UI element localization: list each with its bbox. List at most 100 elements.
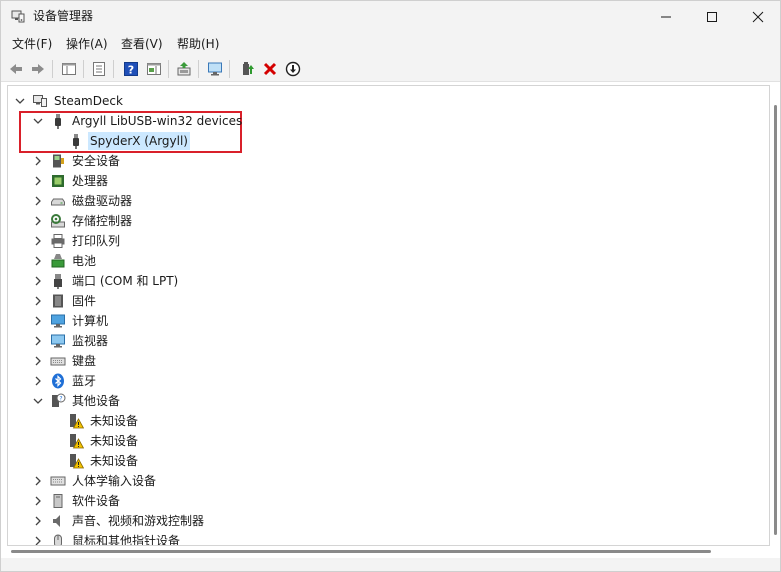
tree-node-hid[interactable]: 人体学输入设备 (32, 471, 158, 491)
computer-icon (32, 93, 48, 109)
back-button[interactable] (6, 59, 26, 79)
tree-node-software-device[interactable]: 软件设备 (32, 491, 122, 511)
back-arrow-icon (10, 64, 22, 74)
device-manager-window: 设备管理器 文件(F) 操作(A) 查看(V) 帮助(H) ? SteamDec… (0, 0, 781, 572)
chevron-right-icon[interactable] (32, 535, 44, 545)
chevron-right-icon[interactable] (32, 375, 44, 387)
forward-button[interactable] (28, 59, 48, 79)
device-tree[interactable]: SteamDeck Argyll LibUSB-win32 devices Sp… (7, 85, 770, 546)
chevron-right-icon[interactable] (32, 495, 44, 507)
chevron-right-icon[interactable] (32, 215, 44, 227)
chevron-right-icon[interactable] (32, 315, 44, 327)
chevron-right-icon[interactable] (32, 295, 44, 307)
help-button[interactable]: ? (121, 59, 141, 79)
toolbar-separator (52, 60, 53, 78)
bluetooth-icon (50, 373, 66, 389)
menu-view[interactable]: 查看(V) (118, 36, 166, 53)
chevron-down-icon[interactable] (32, 395, 44, 407)
other-devices-icon: ? (50, 393, 66, 409)
update-driver-button[interactable] (174, 59, 194, 79)
usb-plug-icon (68, 133, 84, 149)
chevron-down-icon[interactable] (32, 115, 44, 127)
software-device-icon (50, 493, 66, 509)
chevron-right-icon[interactable] (32, 475, 44, 487)
chevron-right-icon[interactable] (32, 355, 44, 367)
tree-leaf-spyderx[interactable]: SpyderX (Argyll) (50, 131, 190, 151)
tree-node-other-devices[interactable]: ? 其他设备 (32, 391, 122, 411)
show-hide-console-tree-icon (62, 63, 76, 75)
tree-node-label: 安全设备 (72, 154, 121, 168)
chevron-right-icon[interactable] (32, 275, 44, 287)
tree-node-print-queue[interactable]: 打印队列 (32, 231, 122, 251)
close-button[interactable] (735, 1, 780, 32)
chevron-right-icon[interactable] (32, 255, 44, 267)
chevron-right-icon[interactable] (32, 195, 44, 207)
toolbar: ? (1, 56, 780, 82)
disable-device-button[interactable] (283, 59, 303, 79)
tree-node-keyboard[interactable]: 键盘 (32, 351, 98, 371)
tree-node-label: 人体学输入设备 (72, 474, 157, 488)
chevron-right-icon[interactable] (32, 335, 44, 347)
computer-icon (50, 313, 66, 329)
tree-node-argyll[interactable]: Argyll LibUSB-win32 devices (32, 111, 244, 131)
chevron-down-icon[interactable] (14, 95, 26, 107)
printer-icon (50, 233, 66, 249)
tree-leaf-unknown-device[interactable]: 未知设备 (50, 431, 140, 451)
tree-leaf-label: 未知设备 (90, 434, 139, 448)
tree-leaf-label: 未知设备 (90, 454, 139, 468)
horizontal-scrollbar[interactable] (7, 546, 770, 558)
tree-node-label: 软件设备 (72, 494, 121, 508)
menu-action[interactable]: 操作(A) (63, 36, 111, 53)
tree-node-label: 磁盘驱动器 (72, 194, 133, 208)
tree-node-computer[interactable]: 计算机 (32, 311, 110, 331)
tree-node-storage-controller[interactable]: 存储控制器 (32, 211, 134, 231)
usb-plug-icon (50, 113, 66, 129)
tree-leaf-unknown-device[interactable]: 未知设备 (50, 411, 140, 431)
properties-icon (93, 62, 105, 76)
unknown-device-warning-icon (68, 433, 84, 449)
menu-file[interactable]: 文件(F) (9, 36, 55, 53)
horizontal-scrollbar-thumb[interactable] (11, 550, 711, 553)
tree-leaf-unknown-device[interactable]: 未知设备 (50, 451, 140, 471)
tree-node-disk-drive[interactable]: 磁盘驱动器 (32, 191, 134, 211)
status-bar (1, 558, 780, 571)
maximize-button[interactable] (689, 1, 735, 32)
vertical-scrollbar[interactable] (770, 85, 780, 546)
tree-node-processor[interactable]: 处理器 (32, 171, 110, 191)
scan-hardware-changes-button[interactable] (205, 59, 225, 79)
toolbar-separator (229, 60, 230, 78)
tree-node-label: 固件 (72, 294, 97, 308)
chevron-right-icon[interactable] (32, 155, 44, 167)
properties-button[interactable] (89, 59, 109, 79)
tree-node-sound[interactable]: 声音、视频和游戏控制器 (32, 511, 206, 531)
tree-node-label: 端口 (COM 和 LPT) (72, 274, 179, 288)
tree-node-mouse[interactable]: 鼠标和其他指针设备 (32, 531, 182, 545)
scan-hardware-changes-icon (208, 62, 222, 76)
enable-device-button[interactable] (237, 59, 257, 79)
chevron-right-icon[interactable] (32, 235, 44, 247)
tree-node-bluetooth[interactable]: 蓝牙 (32, 371, 98, 391)
tree-leaf-label: SpyderX (Argyll) (88, 132, 190, 150)
tree-root[interactable]: SteamDeck (14, 91, 125, 111)
tree-node-label: 其他设备 (72, 394, 121, 408)
chevron-right-icon[interactable] (32, 175, 44, 187)
tree-node-security[interactable]: 安全设备 (32, 151, 122, 171)
chevron-right-icon[interactable] (32, 515, 44, 527)
svg-text:?: ? (128, 64, 134, 77)
show-hide-action-pane-button[interactable] (144, 59, 164, 79)
minimize-button[interactable] (643, 1, 689, 32)
tree-node-firmware[interactable]: 固件 (32, 291, 98, 311)
uninstall-device-button[interactable] (260, 59, 280, 79)
tree-node-battery[interactable]: 电池 (32, 251, 98, 271)
vertical-scrollbar-thumb[interactable] (774, 105, 777, 535)
tree-node-monitor[interactable]: 监视器 (32, 331, 110, 351)
show-hide-console-tree-button[interactable] (59, 59, 79, 79)
tree-node-label: 打印队列 (72, 234, 121, 248)
tree-node-label: 电池 (72, 254, 97, 268)
menu-help[interactable]: 帮助(H) (174, 36, 222, 53)
title-bar[interactable]: 设备管理器 (1, 1, 780, 32)
tree-node-label: 监视器 (72, 334, 109, 348)
tree-node-ports[interactable]: 端口 (COM 和 LPT) (32, 271, 180, 291)
